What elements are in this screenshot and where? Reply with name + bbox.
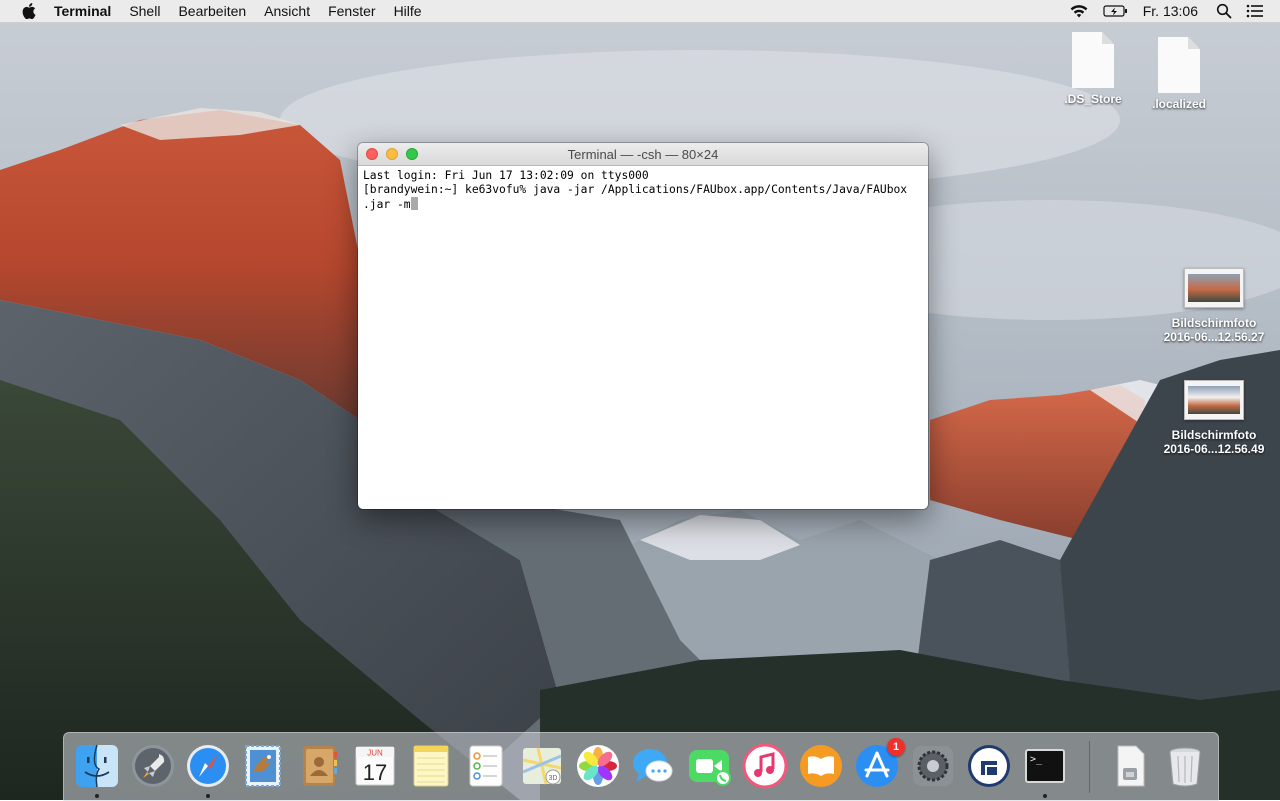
close-button[interactable] [366, 148, 378, 160]
photos-icon [577, 745, 619, 787]
terminal-titlebar[interactable]: Terminal — -csh — 80×24 [358, 143, 928, 166]
terminal-window[interactable]: Terminal — -csh — 80×24 Last login: Fri … [358, 143, 928, 509]
mail-icon [245, 745, 281, 787]
status-area: Fr. 13:06 [1055, 3, 1280, 19]
dock-maps[interactable]: 3D [518, 742, 566, 790]
dock: JUN 17 3D 1 >_ [63, 732, 1219, 801]
notification-center-icon[interactable] [1246, 4, 1264, 18]
dock-notes[interactable] [407, 742, 455, 790]
running-indicator [1043, 794, 1047, 798]
calendar-month: JUN [367, 749, 383, 758]
desktop-file-label: 2016-06...12.56.49 [1163, 442, 1265, 456]
screenshot-thumbnail-icon [1184, 268, 1244, 308]
calendar-icon: JUN 17 [355, 746, 395, 786]
minimize-button[interactable] [386, 148, 398, 160]
dock-app-store[interactable]: 1 [853, 738, 905, 790]
svg-text:3D: 3D [549, 775, 558, 782]
spotlight-icon[interactable] [1216, 3, 1232, 19]
desktop-file-localized[interactable]: .localized [1144, 37, 1214, 111]
dock-ibooks[interactable] [797, 742, 845, 790]
dock-downloads[interactable] [1106, 742, 1154, 790]
menu-hilfe[interactable]: Hilfe [394, 3, 422, 19]
dock-separator [1089, 741, 1090, 793]
dock-launchpad[interactable] [129, 742, 177, 790]
screenshot-thumbnail-icon [1184, 380, 1244, 420]
dock-itunes[interactable] [741, 742, 789, 790]
running-indicator [95, 794, 99, 798]
desktop-screenshot-1[interactable]: Bildschirmfoto 2016-06...12.56.27 [1150, 268, 1278, 344]
terminal-line: Last login: Fri Jun 17 13:02:09 on ttys0… [363, 169, 649, 182]
dock-calendar[interactable]: JUN 17 [351, 742, 399, 790]
terminal-title: Terminal — -csh — 80×24 [567, 146, 719, 162]
messages-icon [633, 749, 673, 782]
terminal-content[interactable]: Last login: Fri Jun 17 13:02:09 on ttys0… [358, 166, 928, 215]
ibooks-icon [800, 745, 842, 787]
document-icon [1158, 37, 1200, 93]
dock-reminders[interactable] [462, 742, 510, 790]
calendar-day: 17 [363, 760, 387, 785]
trash-icon [1169, 747, 1201, 787]
desktop-file-label: .DS_Store [1064, 92, 1122, 106]
desktop-file-label: Bildschirmfoto [1171, 428, 1257, 442]
menu-clock[interactable]: Fr. 13:06 [1143, 3, 1198, 19]
menu-shell[interactable]: Shell [129, 3, 160, 19]
dock-messages[interactable] [629, 742, 677, 790]
finder-icon [76, 744, 118, 788]
system-preferences-icon [913, 746, 953, 786]
dock-safari[interactable] [184, 742, 232, 790]
terminal-line: .jar -m [363, 198, 411, 211]
dock-terminal[interactable]: >_ [1021, 742, 1069, 790]
notes-icon [413, 745, 449, 787]
dock-contacts[interactable] [295, 742, 343, 790]
terminal-line: [brandywein:~] ke63vofu% java -jar /Appl… [363, 183, 908, 196]
terminal-prompt-line: .jar -m [363, 197, 923, 212]
svg-text:>_: >_ [1030, 754, 1043, 765]
dock-system-preferences[interactable] [909, 742, 957, 790]
document-icon [1072, 32, 1114, 88]
dock-finder[interactable] [73, 742, 121, 790]
menu-fenster[interactable]: Fenster [328, 3, 375, 19]
menu-app-name[interactable]: Terminal [54, 3, 111, 19]
zoom-button[interactable] [406, 148, 418, 160]
dock-facetime[interactable] [685, 742, 733, 790]
safari-icon [187, 745, 229, 787]
dock-mail[interactable] [239, 742, 287, 790]
menu-ansicht[interactable]: Ansicht [264, 3, 310, 19]
running-indicator [206, 794, 210, 798]
terminal-icon: >_ [1025, 749, 1065, 783]
faubox-icon [968, 745, 1010, 787]
dock-faubox[interactable] [965, 742, 1013, 790]
app-store-badge: 1 [887, 738, 905, 756]
text-cursor [410, 197, 418, 210]
desktop-screenshot-2[interactable]: Bildschirmfoto 2016-06...12.56.49 [1150, 380, 1278, 456]
reminders-icon [469, 745, 503, 787]
dock-trash[interactable] [1161, 742, 1209, 790]
wifi-icon[interactable] [1069, 4, 1089, 18]
battery-charging-icon[interactable] [1103, 4, 1129, 18]
desktop-file-label: .localized [1151, 97, 1207, 111]
desktop-file-ds-store[interactable]: .DS_Store [1058, 32, 1128, 106]
desktop-file-label: Bildschirmfoto [1171, 316, 1257, 330]
menu-bearbeiten[interactable]: Bearbeiten [178, 3, 246, 19]
itunes-icon [742, 743, 788, 789]
contacts-icon [303, 746, 337, 786]
maps-icon: 3D [522, 747, 562, 785]
facetime-icon [689, 750, 731, 786]
apple-icon[interactable] [18, 3, 40, 19]
downloads-stack-icon [1117, 745, 1145, 787]
launchpad-icon [132, 745, 174, 787]
desktop-file-label: 2016-06...12.56.27 [1163, 330, 1265, 344]
menu-bar: Terminal Shell Bearbeiten Ansicht Fenste… [0, 0, 1280, 23]
dock-photos[interactable] [574, 742, 622, 790]
